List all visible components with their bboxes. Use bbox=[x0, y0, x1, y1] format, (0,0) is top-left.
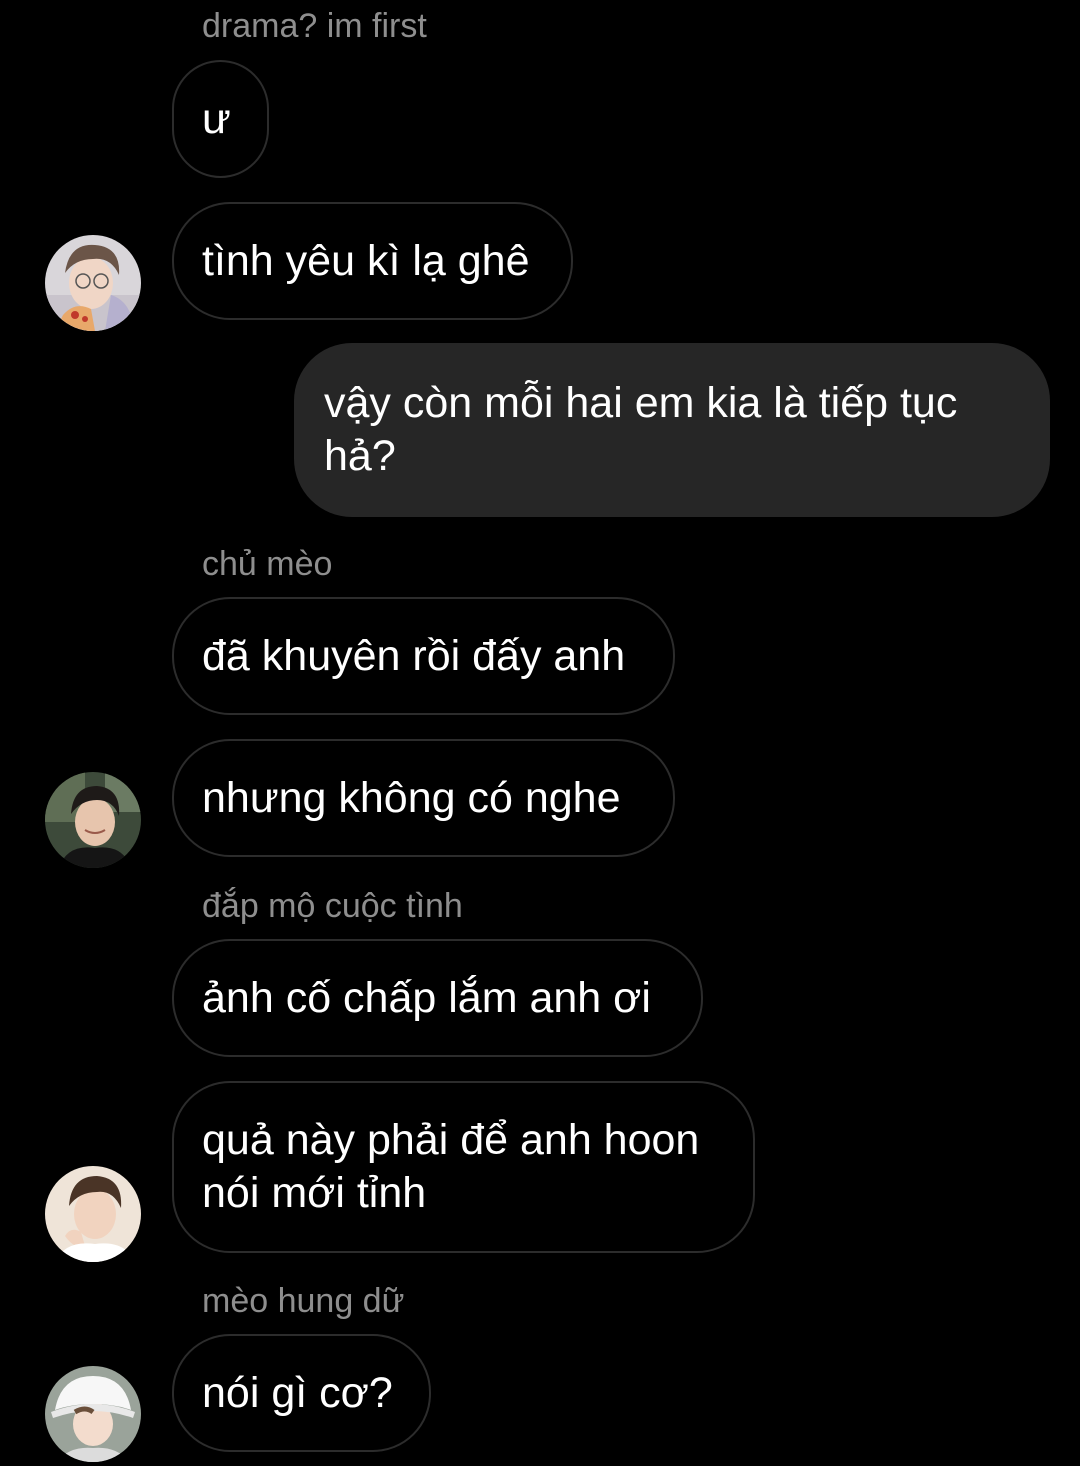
incoming-message-bubble[interactable]: tình yêu kì lạ ghê bbox=[172, 202, 573, 320]
incoming-message-bubble[interactable]: ư bbox=[172, 60, 269, 178]
sender-name: đắp mộ cuộc tình bbox=[202, 887, 463, 925]
incoming-message-bubble[interactable]: nói gì cơ? bbox=[172, 1334, 431, 1452]
incoming-message-bubble[interactable]: ảnh cố chấp lắm anh ơi bbox=[172, 939, 703, 1057]
sender-name: drama? im first bbox=[202, 7, 427, 45]
sender-avatar[interactable] bbox=[45, 235, 141, 331]
profile-photo-avatar-icon bbox=[45, 1166, 141, 1262]
profile-photo-avatar-icon bbox=[45, 1366, 141, 1462]
message-text: ư bbox=[202, 94, 231, 143]
profile-photo-avatar-icon bbox=[45, 235, 141, 331]
message-text: nói gì cơ? bbox=[202, 1368, 393, 1417]
outgoing-message-bubble[interactable]: vậy còn mỗi hai em kia là tiếp tục hả? bbox=[294, 343, 1050, 517]
sender-name: mèo hung dữ bbox=[202, 1282, 405, 1320]
incoming-message-bubble[interactable]: nhưng không có nghe bbox=[172, 739, 675, 857]
incoming-message-bubble[interactable]: quả này phải để anh hoon nói mới tỉnh bbox=[172, 1081, 755, 1253]
message-text: nhưng không có nghe bbox=[202, 773, 621, 822]
message-text-line: nói mới tỉnh bbox=[202, 1169, 427, 1217]
sender-avatar[interactable] bbox=[45, 1166, 141, 1262]
profile-photo-avatar-icon bbox=[45, 772, 141, 868]
message-text: tình yêu kì lạ ghê bbox=[202, 236, 530, 285]
sender-avatar[interactable] bbox=[45, 1366, 141, 1462]
sender-avatar[interactable] bbox=[45, 772, 141, 868]
message-text-line: hả? bbox=[324, 432, 396, 480]
message-text-line: quả này phải để anh hoon bbox=[202, 1116, 700, 1164]
sender-name: chủ mèo bbox=[202, 545, 333, 583]
message-text: ảnh cố chấp lắm anh ơi bbox=[202, 973, 651, 1022]
message-text-line: vậy còn mỗi hai em kia là tiếp tục bbox=[324, 379, 958, 427]
message-text: đã khuyên rồi đấy anh bbox=[202, 631, 626, 680]
incoming-message-bubble[interactable]: đã khuyên rồi đấy anh bbox=[172, 597, 675, 715]
